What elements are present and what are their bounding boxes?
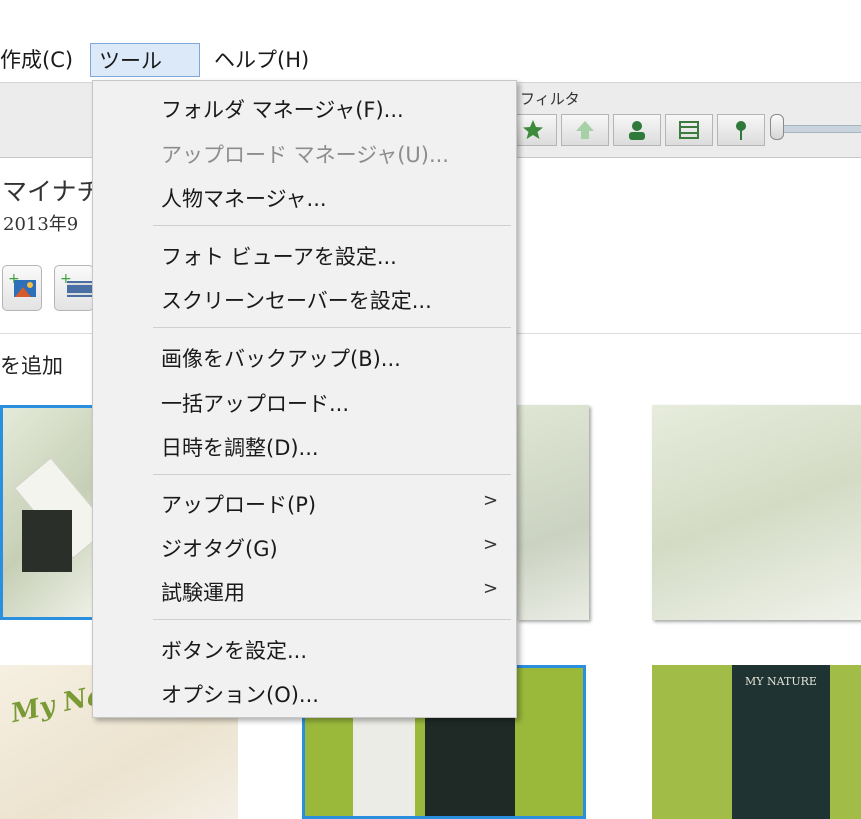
- filter-video-button[interactable]: [665, 114, 713, 146]
- submenu-arrow-icon: >: [483, 490, 499, 511]
- thumbnail-6[interactable]: MY NATURE: [652, 665, 861, 819]
- menu-item-batch-upload[interactable]: 一括アップロード...: [161, 388, 349, 418]
- submenu-arrow-icon: >: [483, 578, 499, 599]
- menu-create[interactable]: 作成(C): [0, 43, 81, 77]
- add-video-button[interactable]: +: [54, 265, 94, 311]
- album-title: マイナチ: [2, 177, 102, 206]
- filter-upload-button[interactable]: [561, 114, 609, 146]
- menu-item-people-manager[interactable]: 人物マネージャ...: [161, 183, 327, 213]
- submenu-arrow-icon: >: [483, 534, 499, 555]
- album-date: 2013年9: [3, 214, 79, 235]
- menu-item-adjust-datetime[interactable]: 日時を調整(D)...: [161, 432, 319, 462]
- filter-label: フィルタ: [520, 90, 580, 108]
- menu-item-geotag[interactable]: ジオタグ(G): [161, 533, 278, 563]
- menu-separator: [153, 327, 511, 328]
- svg-text:+: +: [8, 272, 20, 287]
- menu-item-set-photo-viewer[interactable]: フォト ビューアを設定...: [161, 241, 397, 271]
- menu-item-upload-manager: アップロード マネージャ(U)...: [161, 143, 449, 167]
- svg-text:+: +: [60, 272, 72, 287]
- filter-geotag-button[interactable]: [717, 114, 765, 146]
- menu-help[interactable]: ヘルプ(H): [206, 43, 317, 77]
- filter-person-button[interactable]: [613, 114, 661, 146]
- star-icon: [523, 120, 543, 139]
- size-slider-track[interactable]: [780, 125, 861, 133]
- film-icon: [679, 121, 699, 139]
- size-slider-thumb[interactable]: [770, 114, 784, 140]
- add-video-icon: +: [60, 272, 93, 297]
- thumbnail-3[interactable]: [652, 405, 861, 620]
- menu-item-set-screensaver[interactable]: スクリーンセーバーを設定...: [161, 285, 432, 315]
- card-brand-text: MY NATURE: [745, 675, 817, 688]
- add-photo-icon: +: [8, 272, 36, 297]
- product-card: MY NATURE: [732, 665, 830, 819]
- person-icon: [629, 121, 645, 140]
- add-label: を追加: [0, 354, 63, 378]
- up-arrow-icon: [576, 121, 594, 139]
- menubar: 作成(C) ツール(T) ヘルプ(H): [0, 40, 861, 107]
- menu-separator: [153, 225, 511, 226]
- add-photo-button[interactable]: +: [2, 265, 42, 311]
- menu-item-upload[interactable]: アップロード(P): [161, 489, 316, 519]
- menu-item-experimental[interactable]: 試験運用: [161, 577, 245, 607]
- menu-item-configure-buttons[interactable]: ボタンを設定...: [161, 635, 307, 665]
- pin-icon: [736, 121, 746, 140]
- menu-item-options[interactable]: オプション(O)...: [161, 679, 319, 709]
- menu-item-backup[interactable]: 画像をバックアップ(B)...: [161, 343, 401, 373]
- menu-separator: [153, 619, 511, 620]
- thumbnail-1-box: [22, 510, 72, 572]
- menu-item-folder-manager[interactable]: フォルダ マネージャ(F)...: [161, 94, 404, 124]
- tools-dropdown-menu: フォルダ マネージャ(F)... アップロード マネージャ(U)... 人物マネ…: [92, 80, 517, 718]
- thumbnail-2[interactable]: [517, 405, 589, 620]
- menu-tools[interactable]: ツール(T): [90, 43, 200, 107]
- menu-separator: [153, 474, 511, 475]
